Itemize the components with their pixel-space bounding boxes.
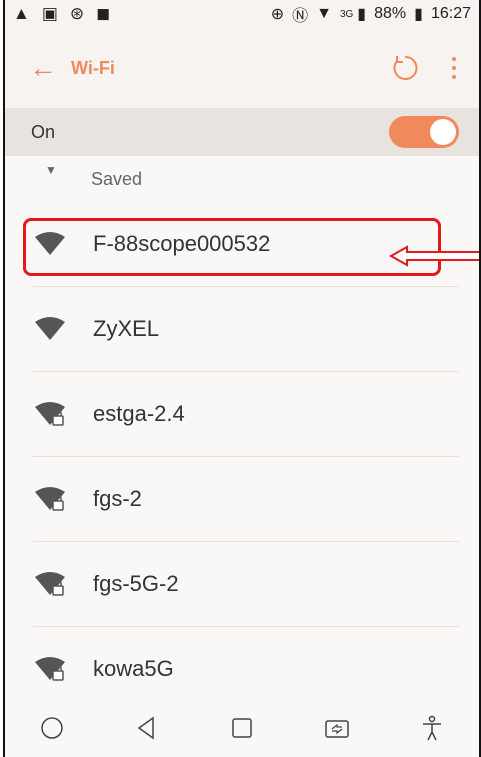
network-item[interactable]: ZyXEL — [5, 287, 479, 371]
navigation-bar — [5, 699, 479, 757]
network-item[interactable]: estga-2.4 — [5, 372, 479, 456]
status-time: 16:27 — [430, 5, 471, 22]
status-right-icons: ⊕ Ⓝ ▼ 3G ▮ 88% ▮ 16:27 — [271, 2, 471, 26]
home-icon[interactable] — [32, 708, 72, 748]
network-item[interactable]: fgs-5G-2 — [5, 542, 479, 626]
network-name: estga-2.4 — [93, 401, 185, 426]
circle-plus-icon: ⊕ — [270, 6, 285, 23]
status-left-icons: ▲ ▣ ⊛ ◼ — [13, 4, 110, 24]
battery-percent: 88% — [374, 5, 407, 22]
app-bar-actions — [389, 52, 479, 84]
network-type: 3G — [339, 8, 354, 20]
wifi-lock-icon — [35, 657, 65, 681]
wifi-signal-icon — [35, 317, 65, 340]
wifi-lock-icon — [35, 572, 65, 596]
warning-icon: ▲ — [13, 4, 30, 23]
annotation-arrow-icon — [389, 245, 479, 267]
phone-screen: ▲ ▣ ⊛ ◼ ⊕ Ⓝ ▼ 3G ▮ 88% ▮ 16:27 ← Wi-Fi O… — [3, 0, 481, 757]
network-name: kowa5G — [93, 656, 174, 681]
saved-label: Saved — [91, 168, 143, 189]
accessibility-icon: ⊛ — [69, 4, 85, 23]
network-name: ZyXEL — [93, 316, 160, 341]
battery-icon: ▮ — [414, 6, 423, 23]
refresh-icon[interactable] — [389, 52, 421, 84]
chevron-down-icon: ▼ — [45, 163, 57, 177]
more-vert-icon[interactable] — [451, 57, 457, 79]
page-title: Wi-Fi — [71, 57, 115, 78]
accessibility-nav-icon[interactable] — [412, 708, 452, 748]
app-bar: ← Wi-Fi — [5, 28, 479, 108]
status-bar: ▲ ▣ ⊛ ◼ ⊕ Ⓝ ▼ 3G ▮ 88% ▮ 16:27 — [5, 0, 479, 28]
network-item[interactable]: fgs-2 — [5, 457, 479, 541]
back-icon[interactable] — [127, 708, 167, 748]
wifi-toggle-row[interactable]: On — [5, 108, 479, 156]
network-name: fgs-2 — [93, 486, 142, 511]
nfc-icon: Ⓝ — [292, 8, 309, 25]
recents-icon[interactable] — [222, 708, 262, 748]
highlight-box — [23, 218, 441, 276]
wifi-on-label: On — [31, 121, 56, 142]
signal-icon: ▮ — [357, 6, 367, 23]
screen-mirror-icon[interactable] — [317, 708, 357, 748]
wifi-lock-icon — [35, 402, 65, 426]
toggle-knob — [430, 119, 456, 145]
network-name: fgs-5G-2 — [93, 571, 179, 596]
back-arrow-icon[interactable]: ← — [23, 48, 63, 88]
wifi-lock-icon — [35, 487, 65, 511]
gallery-icon: ▣ — [41, 4, 58, 23]
clipboard-icon: ◼ — [96, 4, 111, 23]
saved-section-header[interactable]: ▼ Saved — [5, 156, 479, 202]
wifi-status-icon: ▼ — [316, 5, 332, 22]
wifi-toggle[interactable] — [389, 116, 459, 148]
